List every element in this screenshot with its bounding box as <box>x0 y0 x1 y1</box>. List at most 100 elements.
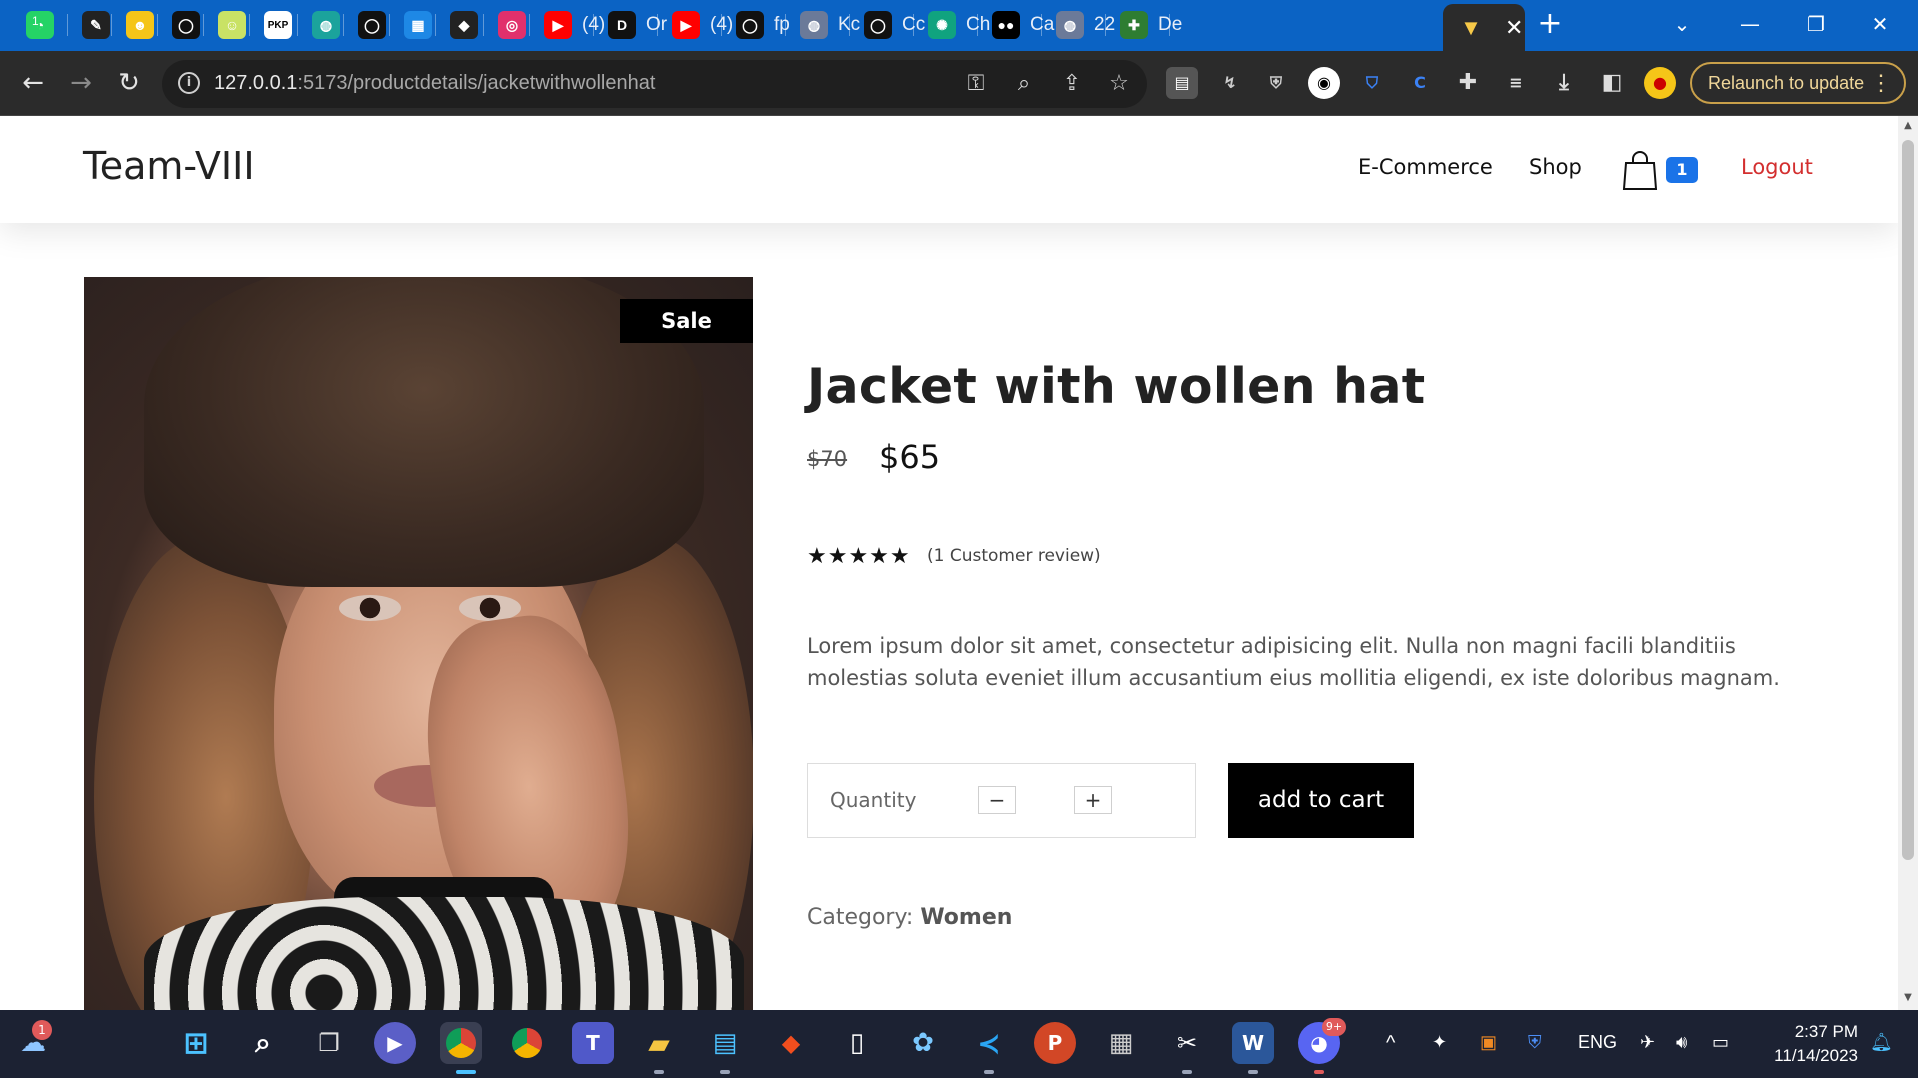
menu-dots-icon[interactable]: ⋮ <box>1870 70 1892 96</box>
page-extension-icon[interactable]: ▤ <box>1166 67 1198 99</box>
share-icon[interactable]: ⇪ <box>1057 69 1087 99</box>
nav-link-shop[interactable]: Shop <box>1529 155 1582 179</box>
add-to-cart-button[interactable]: add to cart <box>1228 763 1414 838</box>
browser-tab[interactable]: ☺ <box>204 4 250 46</box>
browser-tab[interactable]: ◍ <box>298 4 344 46</box>
github-icon: ◯ <box>736 11 764 39</box>
browser-tab[interactable]: ✺ Ch <box>914 4 990 46</box>
shield-extension-icon[interactable]: ⛨ <box>1260 67 1292 99</box>
browser-tab[interactable]: D Or <box>594 4 667 46</box>
gamepad-extension-icon[interactable]: ◉ <box>1308 67 1340 99</box>
browser-tab[interactable]: ☻ <box>112 4 158 46</box>
restore-button[interactable]: ❐ <box>1788 6 1844 42</box>
increase-quantity-button[interactable]: + <box>1074 786 1112 814</box>
browser-tab[interactable]: ◯ Cc <box>850 4 925 46</box>
key-icon[interactable]: ⚿ <box>961 69 991 99</box>
browser-tab[interactable]: ▶ (4) <box>530 4 605 46</box>
back-button[interactable]: ← <box>14 64 52 102</box>
meet-icon[interactable]: ▶ <box>374 1022 416 1064</box>
relaunch-to-update-button[interactable]: Relaunch to update ⋮ <box>1690 62 1906 104</box>
teams-icon[interactable]: T <box>572 1022 614 1064</box>
task-view-icon[interactable]: ❐ <box>308 1022 350 1064</box>
notepad-icon[interactable]: ▤ <box>704 1022 746 1064</box>
browser-tab[interactable]: ▶ (4) <box>658 4 733 46</box>
calculator-icon[interactable]: ▦ <box>1100 1022 1142 1064</box>
reload-button[interactable]: ↻ <box>110 64 148 102</box>
browser-tab[interactable]: ◯ <box>158 4 204 46</box>
nav-link-ecommerce[interactable]: E-Commerce <box>1358 155 1493 179</box>
browser-tab[interactable]: ◆ <box>436 4 484 46</box>
forward-button[interactable]: → <box>62 64 100 102</box>
bitwarden-extension-icon[interactable]: ⛉ <box>1356 67 1388 99</box>
tab-search-chevron-icon[interactable]: ⌄ <box>1654 6 1710 42</box>
vscode-icon[interactable]: ≺ <box>968 1022 1010 1064</box>
show-hidden-icons-chevron-icon[interactable]: ^ <box>1386 1032 1395 1055</box>
figma-icon[interactable]: ◆ <box>770 1022 812 1064</box>
language-indicator[interactable]: ENG <box>1578 1032 1617 1053</box>
shopping-bag-icon[interactable] <box>1622 151 1658 191</box>
profile-avatar[interactable]: ● <box>1644 67 1676 99</box>
browser-tab[interactable]: ◍ 22 <box>1042 4 1115 46</box>
browser-tab[interactable]: ✚ De <box>1106 4 1182 46</box>
snipping-tool-icon[interactable]: ✂ <box>1166 1022 1208 1064</box>
search-icon[interactable]: ⌕ <box>242 1022 284 1064</box>
close-window-button[interactable]: ✕ <box>1852 6 1908 42</box>
product-description: Lorem ipsum dolor sit amet, consectetur … <box>807 634 1780 690</box>
tab-active[interactable]: ▼ ✕ <box>1443 4 1525 51</box>
review-count[interactable]: (1 Customer review) <box>927 546 1101 566</box>
volume-icon[interactable]: 🔊︎ <box>1676 1032 1687 1053</box>
scrollbar-thumb[interactable] <box>1902 140 1914 860</box>
cart-count-badge: 1 <box>1666 157 1698 183</box>
original-price: $70 <box>807 447 848 471</box>
browser-tab[interactable]: ◎ <box>484 4 530 46</box>
battery-icon[interactable]: ▭ <box>1712 1032 1729 1053</box>
decrease-quantity-button[interactable]: − <box>978 786 1016 814</box>
scroll-down-arrow-icon[interactable]: ▼ <box>1902 992 1914 1004</box>
extensions-puzzle-icon[interactable]: ✚ <box>1452 67 1484 99</box>
browser-tab[interactable]: ◯ fp <box>722 4 790 46</box>
image-eye-left <box>339 595 401 621</box>
logout-link[interactable]: Logout <box>1741 155 1813 179</box>
chrome-active-icon[interactable] <box>440 1022 482 1064</box>
side-panel-icon[interactable]: ◧ <box>1596 67 1628 99</box>
page-scrollbar[interactable]: ▲ ▼ <box>1898 116 1918 1010</box>
scroll-up-arrow-icon[interactable]: ▲ <box>1902 120 1914 132</box>
new-tab-button[interactable]: + <box>1534 8 1566 40</box>
chrome-icon[interactable] <box>506 1022 548 1064</box>
word-icon[interactable]: W <box>1232 1022 1274 1064</box>
browser-tab[interactable]: ●● Ca <box>978 4 1054 46</box>
start-windows-icon[interactable]: ⊞ <box>175 1022 217 1064</box>
download-icon[interactable]: ⤓ <box>1548 67 1580 99</box>
tray-java-icon[interactable]: ▣ <box>1480 1032 1497 1053</box>
paint-icon[interactable]: ✿ <box>902 1022 944 1064</box>
brand-logo[interactable]: Team-VIII <box>83 144 255 188</box>
airplane-mode-icon[interactable]: ✈ <box>1640 1032 1655 1053</box>
browser-tab[interactable]: ▦ <box>390 4 436 46</box>
c-extension-icon[interactable]: C <box>1404 67 1436 99</box>
file-explorer-icon[interactable]: ▰ <box>638 1022 680 1064</box>
url-host: 127.0.0.1 <box>214 72 298 94</box>
minimize-button[interactable]: — <box>1722 6 1778 42</box>
close-tab-icon[interactable]: ✕ <box>1505 15 1523 41</box>
defender-icon[interactable]: ⛨ <box>1528 1032 1542 1053</box>
zoom-icon[interactable]: ⌕ <box>1009 69 1039 99</box>
address-bar[interactable]: i 127.0.0.1:5173/productdetails/jacketwi… <box>162 60 1147 108</box>
browser-tab[interactable]: ◯ <box>344 4 390 46</box>
translate-extension-icon[interactable]: ↯ <box>1214 67 1246 99</box>
url-text[interactable]: 127.0.0.1:5173/productdetails/jacketwith… <box>214 72 655 95</box>
site-info-icon[interactable]: i <box>178 72 200 94</box>
bookmark-star-icon[interactable]: ☆ <box>1104 69 1134 99</box>
powerpoint-icon[interactable]: P <box>1034 1022 1076 1064</box>
tray-app-icon[interactable]: ✦ <box>1432 1032 1447 1053</box>
browser-toolbar: ← → ↻ i 127.0.0.1:5173/productdetails/ja… <box>0 51 1918 116</box>
browser-tab[interactable]: ✎ <box>68 4 112 46</box>
media-control-icon[interactable]: ≡ <box>1500 67 1532 99</box>
clock-time[interactable]: 2:37 PM <box>1788 1022 1858 1042</box>
browser-tab[interactable]: ◔ 1 <box>12 4 68 46</box>
notification-bell-icon[interactable]: 🔔︎ <box>1870 1032 1893 1053</box>
clock-date[interactable]: 11/14/2023 <box>1758 1046 1858 1066</box>
category-value[interactable]: Women <box>920 905 1012 930</box>
browser-tab[interactable]: ◍ Kc <box>786 4 860 46</box>
browser-tab[interactable]: PKP <box>250 4 298 46</box>
file-icon[interactable]: ▯ <box>836 1022 878 1064</box>
